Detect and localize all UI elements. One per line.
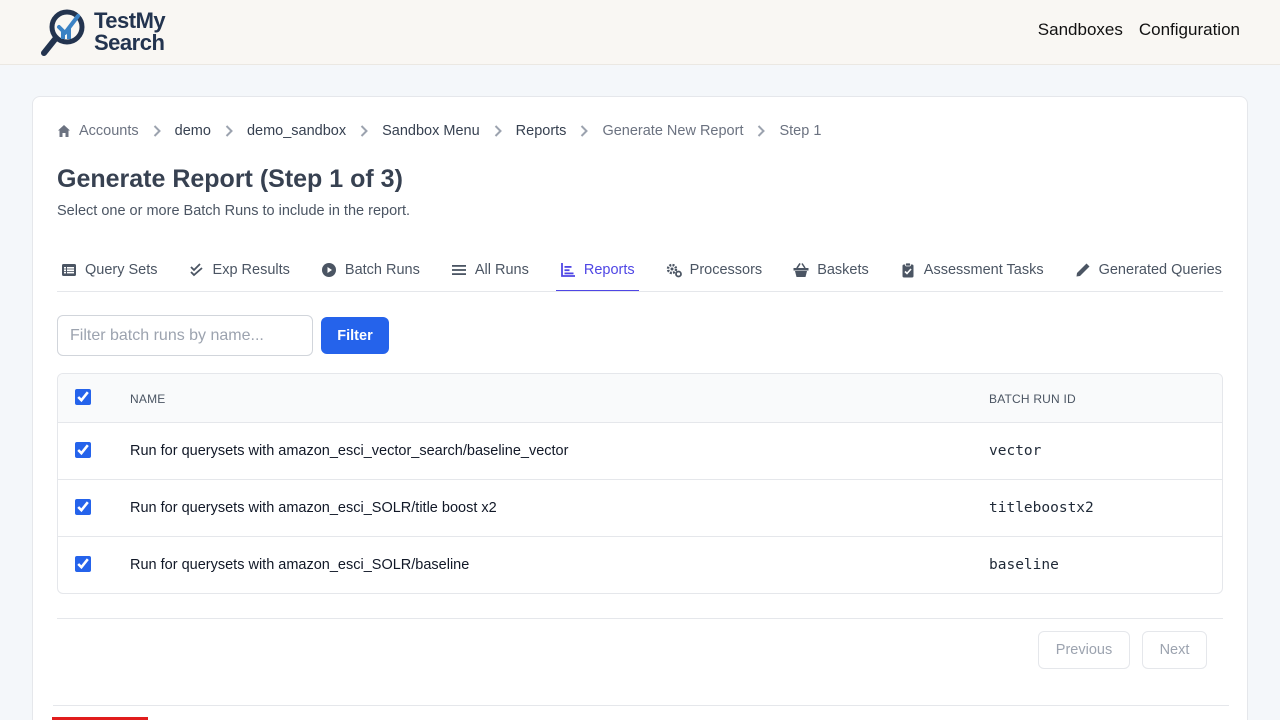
breadcrumb-item: demo [139, 123, 211, 139]
tab-label: Reports [583, 262, 635, 278]
breadcrumb-link-accounts[interactable]: Accounts [79, 123, 139, 139]
nav-sandboxes-link[interactable]: Sandboxes [1038, 20, 1123, 40]
column-header-name: NAME [130, 392, 166, 406]
chevron-right-icon [494, 125, 502, 137]
breadcrumb-link-reports[interactable]: Reports [516, 123, 567, 139]
double-check-icon [189, 262, 205, 278]
breadcrumb-item: Reports [480, 123, 567, 139]
select-all-checkbox[interactable] [75, 389, 91, 405]
tab-exp-results[interactable]: Exp Results [185, 249, 294, 291]
row-select-checkbox[interactable] [75, 442, 91, 458]
tab-batch-runs[interactable]: Batch Runs [317, 249, 424, 291]
tab-label: Assessment Tasks [923, 262, 1044, 278]
breadcrumb-item: Generate New Report [566, 123, 743, 139]
menu-lines-icon [451, 262, 467, 278]
section-tabs: Query Sets Exp Results Batch Runs All Runs R… [57, 249, 1223, 292]
table-row[interactable]: Run for querysets with amazon_esci_SOLR/… [58, 480, 1222, 537]
chevron-right-icon [757, 125, 766, 137]
tab-assessment-tasks[interactable]: Assessment Tasks [896, 249, 1048, 291]
top-bar: TestMy Search Sandboxes Configuration [0, 0, 1280, 65]
row-select-checkbox[interactable] [75, 556, 91, 572]
breadcrumb-item: demo_sandbox [211, 123, 346, 139]
breadcrumb-item: Step 1 [743, 123, 821, 139]
breadcrumb: Accounts demo demo_sandbox Sandbox Menu Repo… [57, 123, 821, 139]
tab-label: Batch Runs [344, 262, 420, 278]
nav-configuration-link[interactable]: Configuration [1139, 20, 1240, 40]
list-icon [61, 262, 77, 278]
breadcrumb-link-sandbox-menu[interactable]: Sandbox Menu [382, 123, 480, 139]
chevron-right-icon [225, 125, 233, 137]
divider [57, 618, 1223, 619]
tab-label: All Runs [474, 262, 529, 278]
chevron-right-icon [360, 125, 369, 137]
batch-run-name: Run for querysets with amazon_esci_SOLR/… [130, 557, 470, 573]
batch-run-name: Run for querysets with amazon_esci_vecto… [130, 443, 569, 459]
main-card: Accounts demo demo_sandbox Sandbox Menu Repo… [32, 96, 1248, 720]
breadcrumb-link-demo[interactable]: demo [175, 123, 211, 139]
tab-label: Exp Results [212, 262, 290, 278]
tab-label: Query Sets [85, 262, 158, 278]
top-nav: Sandboxes Configuration [1038, 20, 1240, 40]
bar-chart-icon [560, 262, 576, 278]
filter-batch-runs-input[interactable] [57, 315, 313, 356]
previous-button[interactable]: Previous [1038, 631, 1130, 669]
row-select-checkbox[interactable] [75, 499, 91, 515]
gears-icon [666, 262, 682, 278]
logo-text: TestMy Search [94, 8, 166, 55]
table-body: Run for querysets with amazon_esci_vecto… [58, 423, 1222, 593]
tab-label: Baskets [817, 262, 869, 278]
tab-baskets[interactable]: Baskets [789, 249, 873, 291]
home-icon [57, 124, 71, 138]
chevron-right-icon [153, 125, 161, 137]
page-title: Generate Report (Step 1 of 3) [57, 165, 403, 193]
tab-label: Processors [689, 262, 763, 278]
tab-generated-queries[interactable]: Generated Queries [1071, 249, 1223, 291]
logo[interactable]: TestMy Search [40, 6, 180, 58]
play-circle-icon [321, 262, 337, 278]
column-header-batch-run-id: BATCH RUN ID [989, 392, 1076, 406]
batch-run-id: vector [989, 443, 1042, 459]
tab-query-sets[interactable]: Query Sets [57, 249, 162, 291]
batch-run-id: titleboostx2 [989, 500, 1094, 516]
page-subtitle: Select one or more Batch Runs to include… [57, 203, 411, 219]
divider [53, 705, 1229, 706]
batch-run-id: baseline [989, 557, 1059, 573]
clipboard-check-icon [900, 262, 916, 278]
tab-processors[interactable]: Processors [662, 249, 767, 291]
table-row[interactable]: Run for querysets with amazon_esci_vecto… [58, 423, 1222, 480]
tab-label: Generated Queries [1098, 262, 1222, 278]
chevron-right-icon [580, 125, 589, 137]
batch-run-name: Run for querysets with amazon_esci_SOLR/… [130, 500, 497, 516]
batch-runs-table: NAME BATCH RUN ID Run for querysets with… [57, 373, 1223, 594]
tab-all-runs[interactable]: All Runs [447, 249, 533, 291]
breadcrumb-link-generate-new-report: Generate New Report [602, 123, 744, 139]
breadcrumb-item: Sandbox Menu [346, 123, 480, 139]
tab-reports[interactable]: Reports [555, 249, 639, 291]
next-button[interactable]: Next [1142, 631, 1207, 669]
table-header: NAME BATCH RUN ID [58, 374, 1222, 423]
magnifier-check-logo-icon [41, 9, 85, 56]
breadcrumb-item: Accounts [57, 123, 139, 139]
breadcrumb-link-demo-sandbox[interactable]: demo_sandbox [247, 123, 346, 139]
table-row[interactable]: Run for querysets with amazon_esci_SOLR/… [58, 537, 1222, 593]
basket-icon [793, 262, 809, 278]
pencil-icon [1075, 262, 1091, 278]
filter-button[interactable]: Filter [321, 317, 389, 354]
breadcrumb-link-step-1: Step 1 [779, 123, 822, 139]
